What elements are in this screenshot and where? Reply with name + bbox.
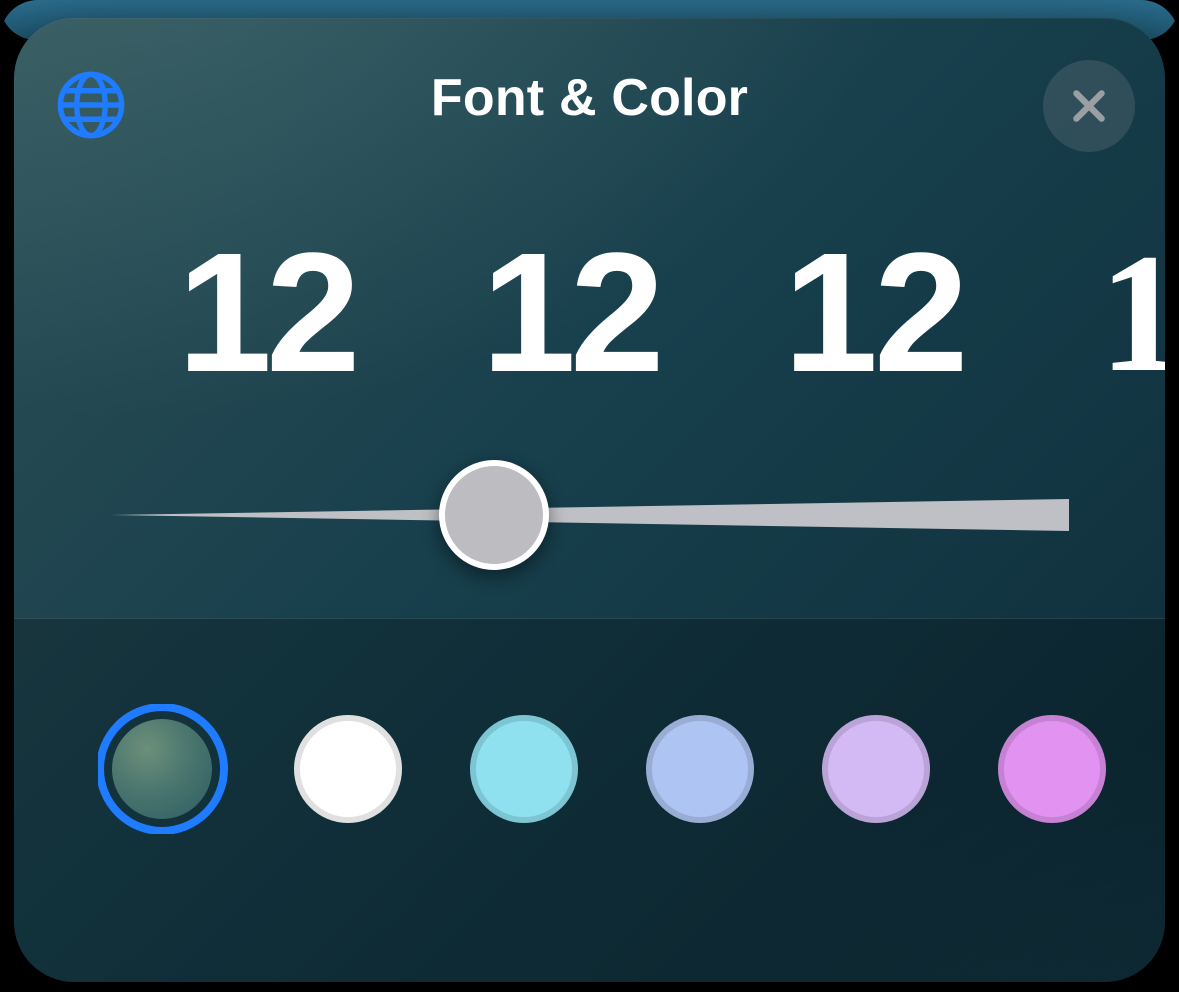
globe-button[interactable] — [52, 66, 130, 144]
color-swatch-lavender[interactable] — [822, 715, 930, 823]
slider-track — [110, 495, 1069, 535]
color-swatch-dynamic-teal[interactable] — [98, 705, 226, 833]
font-option-stencil[interactable]: 12 — [722, 228, 1026, 398]
font-style-carousel[interactable]: 12 12 12 12 — [14, 198, 1165, 428]
color-swatch-magenta[interactable] — [998, 715, 1106, 823]
color-section — [14, 618, 1165, 982]
color-swatch-light-blue[interactable] — [646, 715, 754, 823]
close-icon — [1068, 85, 1110, 127]
panel-title: Font & Color — [431, 68, 748, 128]
color-swatch-carousel[interactable] — [98, 704, 1165, 834]
panel-header: Font & Color — [14, 18, 1165, 178]
slider-thumb[interactable] — [439, 460, 549, 570]
globe-icon — [56, 70, 126, 140]
font-option-sans[interactable]: 12 — [418, 228, 722, 398]
close-button[interactable] — [1043, 60, 1135, 152]
font-option-rounded[interactable]: 12 — [114, 228, 418, 398]
font-color-panel: Font & Color 12 12 12 12 — [14, 18, 1165, 982]
screenshot-viewport: Font & Color 12 12 12 12 — [0, 0, 1179, 992]
font-option-serif[interactable]: 12 — [1026, 228, 1165, 398]
color-swatch-white[interactable] — [294, 715, 402, 823]
color-swatch-cyan[interactable] — [470, 715, 578, 823]
font-weight-slider[interactable] — [110, 460, 1069, 570]
